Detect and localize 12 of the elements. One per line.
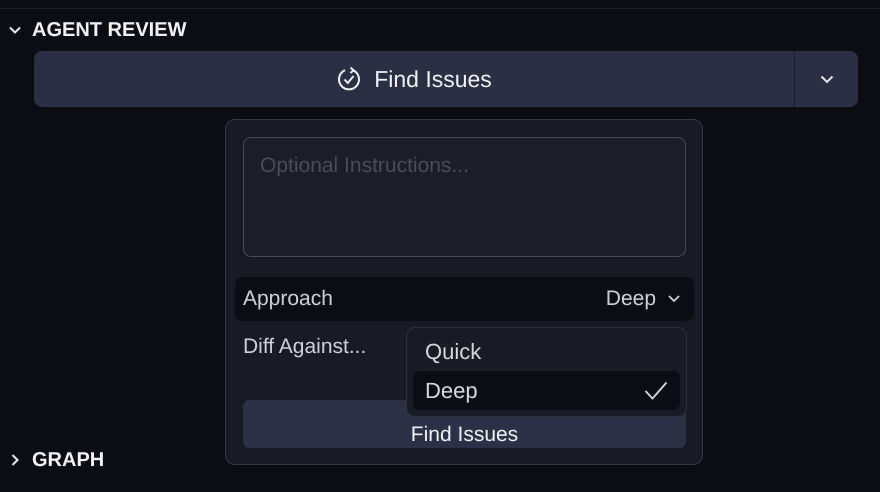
find-issues-button[interactable]: Find Issues [34,51,794,107]
refresh-check-icon [336,66,362,92]
section-title[interactable]: GRAPH [32,445,104,475]
approach-select[interactable]: Deep [606,283,680,315]
chevron-down-icon [820,74,834,84]
menu-item[interactable]: Quick [413,332,680,371]
checkmark-icon [644,380,668,400]
setting-label: Approach [243,286,333,312]
menu-item[interactable]: Deep [413,371,680,410]
setting-row[interactable]: Approach Deep [235,277,694,321]
chevron-down-icon [668,295,680,303]
section-title[interactable]: AGENT REVIEW [32,15,186,45]
